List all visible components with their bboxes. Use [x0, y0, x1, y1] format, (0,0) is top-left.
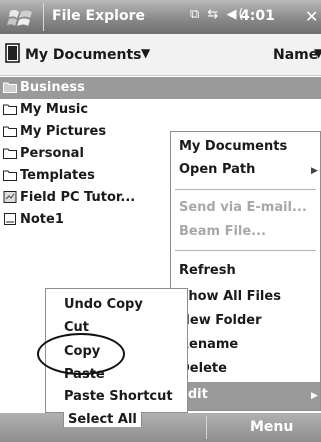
submenu-arrow-icon: ▶: [311, 166, 318, 176]
document-shortcut-icon: [3, 191, 17, 203]
menu-divider: [175, 189, 316, 190]
chevron-down-icon[interactable]: ▼: [141, 46, 150, 60]
softkey-bar: Select All Menu: [0, 412, 321, 442]
documents-folder-icon: [5, 43, 20, 63]
clock[interactable]: 4:01: [240, 8, 275, 24]
folder-icon: [3, 170, 17, 181]
context-menu: My Documents Open Path ▶ Send via E-mail…: [170, 131, 321, 411]
menu-item-show-all-files[interactable]: Show All Files: [179, 289, 281, 304]
note-icon: [4, 213, 16, 225]
windows-start-icon[interactable]: [6, 6, 36, 30]
chevron-down-icon[interactable]: ▼: [314, 46, 321, 60]
menu-item-undo-copy[interactable]: Undo Copy: [64, 297, 143, 312]
menu-item-my-documents[interactable]: My Documents: [179, 139, 287, 154]
list-item-label: Note1: [20, 212, 64, 227]
list-item-label: My Pictures: [20, 124, 107, 139]
list-item-label: Business: [20, 80, 85, 95]
close-icon[interactable]: ✕: [305, 7, 318, 26]
list-item-label: Personal: [20, 146, 84, 161]
list-item-label: Templates: [20, 168, 95, 183]
status-icons[interactable]: ⧉ ⇆ ◀(: [190, 7, 246, 22]
folder-icon: [3, 148, 17, 159]
folder-dropdown[interactable]: My Documents: [25, 47, 142, 63]
menu-item-paste-shortcut[interactable]: Paste Shortcut: [64, 389, 173, 404]
menu-item-send-email[interactable]: Send via E-mail...: [179, 200, 307, 215]
submenu-arrow-icon: ▶: [311, 391, 318, 401]
app-title: File Explore: [52, 8, 145, 24]
path-bar: My Documents ▼ Name ▼: [0, 34, 321, 76]
copy-highlight-circle: [37, 333, 125, 375]
list-item-my-music[interactable]: My Music: [0, 99, 200, 121]
softkey-separator: [206, 416, 207, 439]
menu-item-beam-file[interactable]: Beam File...: [179, 224, 266, 239]
title-bar: File Explore ⧉ ⇆ ◀( 4:01 ✕: [0, 0, 321, 34]
list-item-label: My Music: [20, 102, 89, 117]
folder-icon: [3, 82, 17, 93]
menu-softkey[interactable]: Menu: [250, 419, 293, 435]
menu-item-select-all[interactable]: Select All: [63, 412, 142, 427]
menu-item-open-path[interactable]: Open Path: [179, 162, 255, 177]
list-item-label: Field PC Tutor...: [20, 190, 136, 205]
title-separator: [43, 3, 44, 31]
menu-divider: [175, 250, 316, 251]
folder-icon: [3, 104, 17, 115]
menu-item-refresh[interactable]: Refresh: [179, 263, 236, 278]
folder-icon: [3, 126, 17, 137]
list-item-business[interactable]: Business: [0, 77, 321, 99]
sort-dropdown[interactable]: Name: [273, 47, 318, 63]
menu-item-new-folder[interactable]: New Folder: [179, 313, 262, 328]
